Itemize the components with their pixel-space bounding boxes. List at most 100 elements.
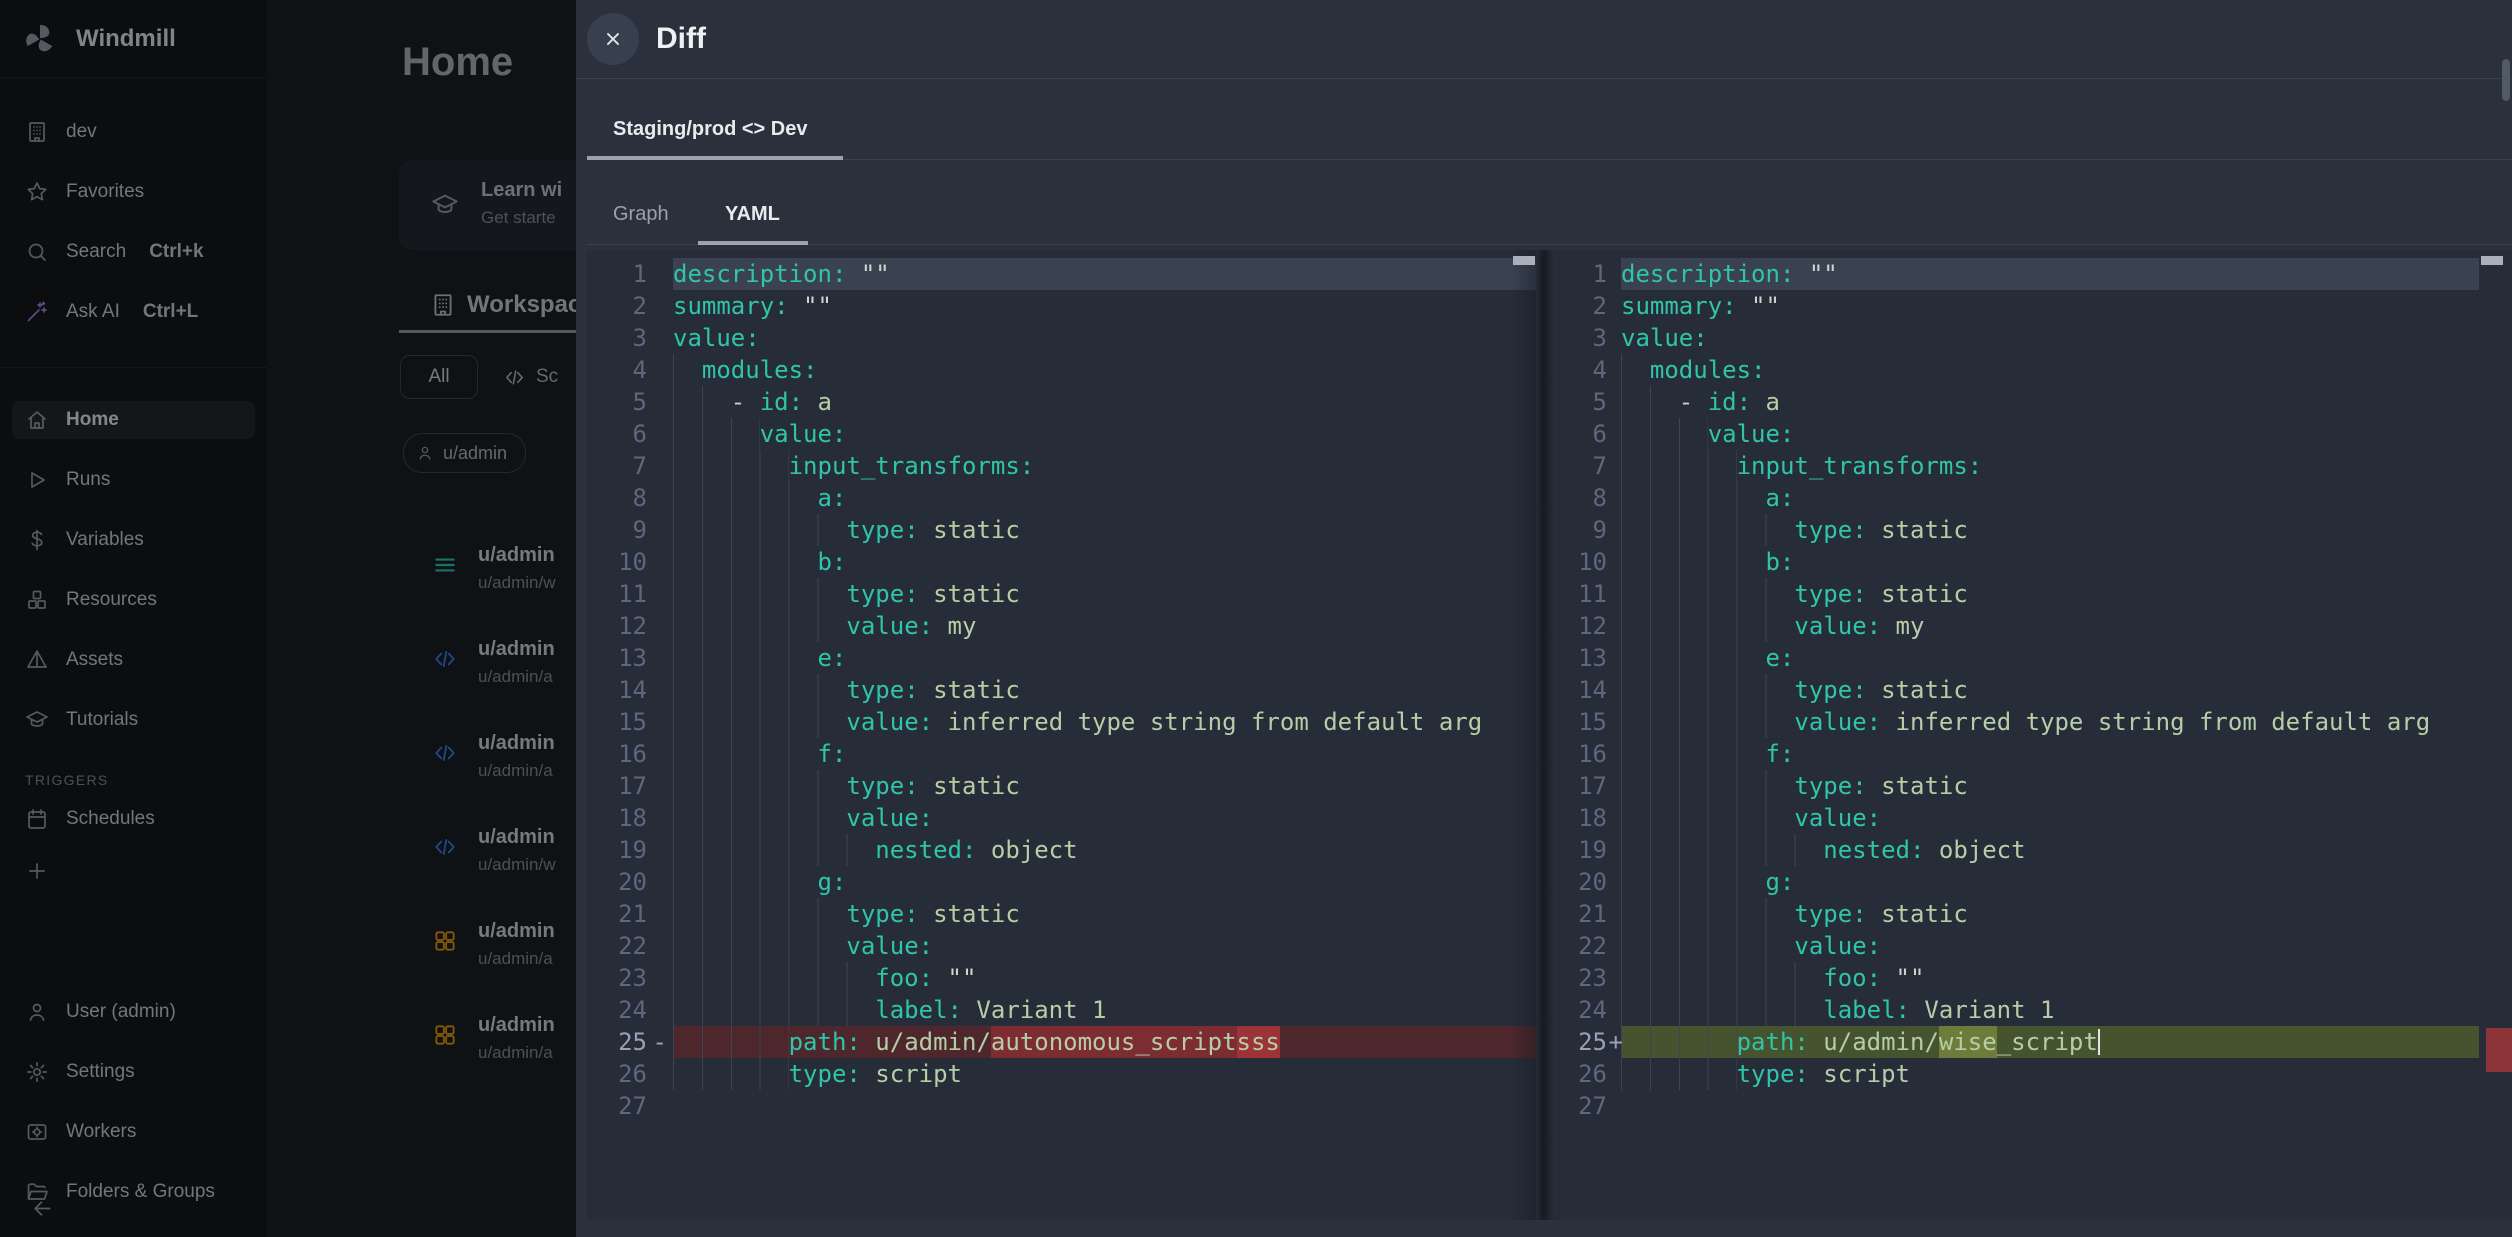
- code-line: 15value: inferred type string from defau…: [1553, 706, 2512, 738]
- code-text: nested: object: [1621, 834, 2479, 866]
- code-text: e:: [1621, 642, 2479, 674]
- indent-guides: [1621, 1026, 1737, 1058]
- code-line: 9type: static: [1553, 514, 2512, 546]
- line-number: 14: [587, 674, 673, 706]
- tab-staging-prod-dev[interactable]: Staging/prod <> Dev: [613, 118, 807, 141]
- indent-guides: [673, 898, 846, 930]
- indent-guides: [1621, 1058, 1737, 1090]
- diff-sign: +: [1609, 1026, 1623, 1058]
- code-text: b:: [673, 546, 1536, 578]
- line-number: 7: [1553, 450, 1621, 482]
- app-root: Windmill devFavoritesSearchCtrl+kAsk AIC…: [0, 0, 2512, 1237]
- drawer-scrollbar-thumb[interactable]: [2502, 59, 2510, 101]
- code-line: 2summary: "": [1553, 290, 2512, 322]
- code-line: 6value:: [1553, 418, 2512, 450]
- code-line: 15value: inferred type string from defau…: [587, 706, 1536, 738]
- drawer-title: Diff: [656, 22, 706, 56]
- line-number: 20: [1553, 866, 1621, 898]
- code-text: summary: "": [1621, 290, 2479, 322]
- line-number: 10: [587, 546, 673, 578]
- code-line: 17type: static: [587, 770, 1536, 802]
- code-text: type: static: [1621, 898, 2479, 930]
- indent-guides: [673, 450, 789, 482]
- diff-editor-left[interactable]: 1description: ""2summary: ""3value:4modu…: [587, 250, 1536, 1220]
- line-number: 15: [587, 706, 673, 738]
- code-line: 25-path: u/admin/autonomous_scriptsss: [587, 1026, 1536, 1058]
- diff-change-marker: [2486, 1028, 2512, 1072]
- code-text: type: static: [1621, 770, 2479, 802]
- indent-guides: [673, 514, 846, 546]
- line-number: 24: [1553, 994, 1621, 1026]
- tab-row-divider: [843, 159, 2512, 160]
- code-line: 19nested: object: [1553, 834, 2512, 866]
- line-number: 2: [587, 290, 673, 322]
- line-number: 6: [587, 418, 673, 450]
- code-text: value: inferred type string from default…: [1621, 706, 2479, 738]
- scrollbar-thumb[interactable]: [2481, 256, 2503, 265]
- code-line: 22value:: [1553, 930, 2512, 962]
- code-text: a:: [673, 482, 1536, 514]
- code-text: type: static: [673, 674, 1536, 706]
- diff-sign: -: [653, 1026, 667, 1058]
- line-number: 26: [1553, 1058, 1621, 1090]
- line-number: 22: [587, 930, 673, 962]
- tab-graph[interactable]: Graph: [613, 203, 669, 226]
- line-number: 13: [587, 642, 673, 674]
- code-line: 21type: static: [587, 898, 1536, 930]
- code-line: 3value:: [587, 322, 1536, 354]
- indent-guides: [1621, 898, 1794, 930]
- code-text: value:: [1621, 322, 2479, 354]
- code-text: f:: [673, 738, 1536, 770]
- code-line: 11type: static: [1553, 578, 2512, 610]
- indent-guides: [673, 354, 702, 386]
- editor-splitter[interactable]: [1536, 250, 1553, 1220]
- code-text: value: my: [673, 610, 1536, 642]
- close-drawer-button[interactable]: [587, 13, 639, 65]
- tab-yaml[interactable]: YAML: [725, 203, 780, 226]
- indent-guides: [1621, 706, 1794, 738]
- code-text: - id: a: [673, 386, 1536, 418]
- indent-guides: [1621, 802, 1794, 834]
- line-number: 27: [1553, 1090, 1621, 1122]
- code-line: 20g:: [587, 866, 1536, 898]
- code-text: g:: [673, 866, 1536, 898]
- line-number: 22: [1553, 930, 1621, 962]
- indent-guides: [1621, 578, 1794, 610]
- close-icon: [602, 28, 624, 50]
- scrollbar-thumb[interactable]: [1513, 256, 1535, 265]
- code-line: 5- id: a: [1553, 386, 2512, 418]
- code-text: value:: [673, 930, 1536, 962]
- code-line: 3value:: [1553, 322, 2512, 354]
- indent-guides: [673, 706, 846, 738]
- code-text: value:: [1621, 802, 2479, 834]
- indent-guides: [1621, 930, 1794, 962]
- indent-guides: [1621, 770, 1794, 802]
- code-text: value:: [673, 418, 1536, 450]
- subtab-row-divider: [587, 244, 2512, 245]
- code-line: 4modules:: [1553, 354, 2512, 386]
- line-number: 8: [587, 482, 673, 514]
- left-editor-scrollbar[interactable]: [1512, 250, 1536, 1220]
- indent-guides: [673, 642, 817, 674]
- code-text: input_transforms:: [1621, 450, 2479, 482]
- line-number: 17: [587, 770, 673, 802]
- indent-guides: [1621, 354, 1650, 386]
- right-editor-overview-ruler[interactable]: [2479, 250, 2512, 1220]
- code-text: foo: "": [1621, 962, 2479, 994]
- code-line: 27: [587, 1090, 1536, 1122]
- line-number: 2: [1553, 290, 1621, 322]
- indent-guides: [673, 418, 760, 450]
- line-number: 4: [587, 354, 673, 386]
- code-line: 9type: static: [587, 514, 1536, 546]
- code-line: 1description: "": [587, 258, 1536, 290]
- code-text: modules:: [1621, 354, 2479, 386]
- indent-guides: [1621, 866, 1765, 898]
- code-text: description: "": [1621, 258, 2479, 290]
- code-line: 13e:: [587, 642, 1536, 674]
- diff-editor-right[interactable]: 1description: ""2summary: ""3value:4modu…: [1553, 250, 2512, 1220]
- indent-guides: [673, 1058, 789, 1090]
- indent-guides: [673, 802, 846, 834]
- line-number: 26: [587, 1058, 673, 1090]
- code-text: description: "": [673, 258, 1536, 290]
- code-text: type: static: [673, 770, 1536, 802]
